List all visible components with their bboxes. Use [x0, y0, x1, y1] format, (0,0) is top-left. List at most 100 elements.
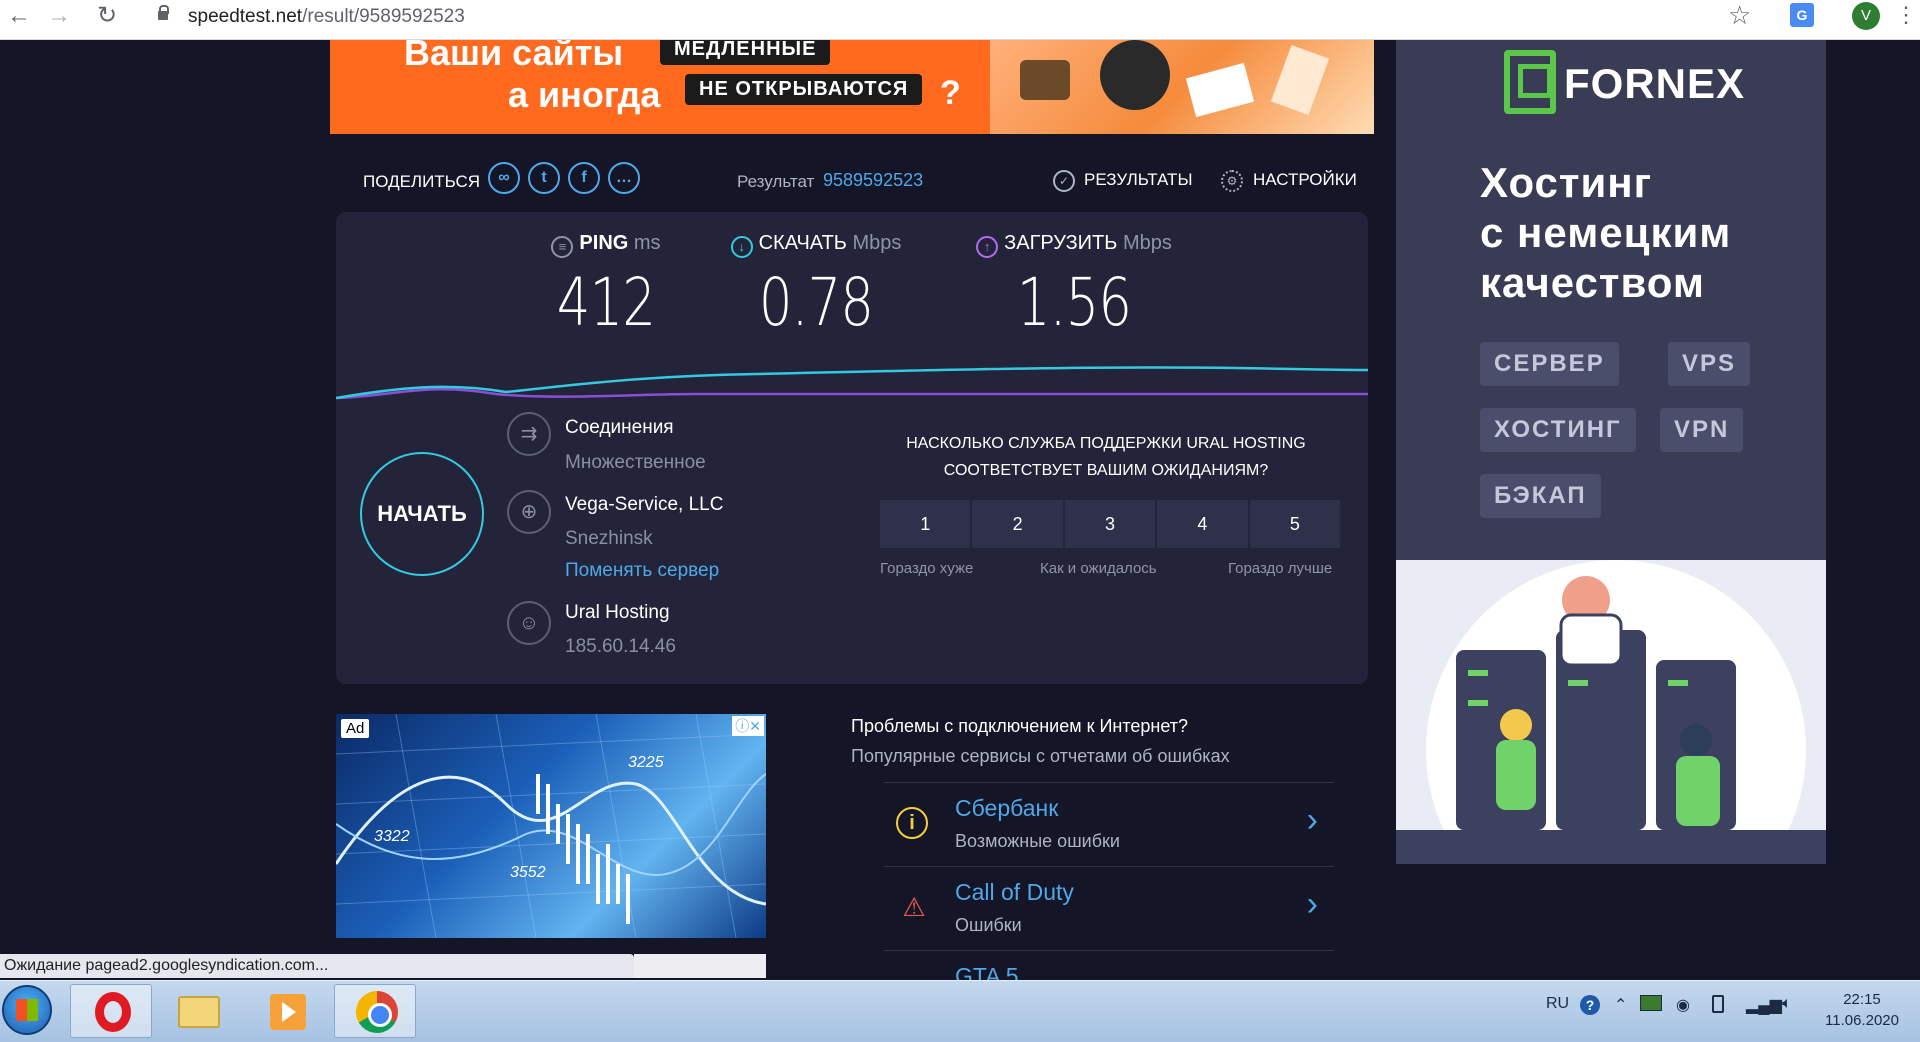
rating-option-2[interactable]: 2	[972, 500, 1063, 548]
system-clock[interactable]: 22:15 11.06.2020	[1812, 989, 1912, 1031]
forward-icon[interactable]: →	[44, 3, 74, 29]
language-indicator[interactable]: RU	[1546, 995, 1569, 1013]
app-tray-icon[interactable]: ◉	[1676, 995, 1690, 1015]
taskbar-opera[interactable]	[70, 984, 152, 1038]
fornex-illustration	[1396, 560, 1826, 864]
lock-icon	[158, 5, 169, 22]
problems-title: Проблемы с подключением к Интернет?	[851, 716, 1189, 736]
upload-unit: Mbps	[1122, 232, 1172, 254]
media-player-icon	[270, 994, 306, 1030]
loading-status: Ожидание pagead2.googlesyndication.com..…	[0, 954, 634, 978]
twitter-icon[interactable]: t	[528, 162, 560, 194]
ad-number-2: 3322	[374, 828, 410, 845]
browser-toolbar: ← → ↻ speedtest.net/result/9589592523 ☆ …	[0, 0, 1920, 40]
result-label: Результат	[737, 172, 815, 191]
back-icon[interactable]: ←	[4, 3, 34, 29]
show-hidden-icons[interactable]: ⌃	[1614, 995, 1627, 1015]
top-banner-ad[interactable]: Ваши сайты МЕДЛЕННЫЕ а иногда НЕ ОТКРЫВА…	[330, 40, 1374, 134]
fornex-headline-line-1: Хостинг	[1480, 159, 1653, 206]
problem-item-sberbank[interactable]: i Сбербанк Возможные ошибки ›	[884, 782, 1334, 866]
taskbar: RU ? ⌃ ◉ ▂▄▆ 🔈︎ 22:15 11.06.2020	[0, 980, 1920, 1042]
rating-high-label: Гораздо лучше	[1228, 560, 1333, 577]
fornex-ad[interactable]: FORNEX Хостинг с немецким качеством СЕРВ…	[1396, 40, 1826, 864]
ad-chart-art	[336, 714, 766, 938]
ad-illustration	[990, 40, 1374, 134]
download-unit: Mbps	[852, 232, 902, 254]
ad-pill-not-opening: НЕ ОТКРЫВАЮТСЯ	[685, 74, 923, 105]
status-ad-strip	[634, 954, 766, 978]
profile-avatar[interactable]: V	[1852, 2, 1880, 30]
url-path: /result/9589592523	[302, 6, 465, 27]
problem-status: Ошибки	[955, 915, 1022, 935]
fornex-headline-line-2: с немецким	[1480, 209, 1732, 256]
bookmark-star-icon[interactable]: ☆	[1728, 0, 1751, 31]
upload-header: ↑ ЗАГРУЗИТЬ Mbps	[964, 232, 1184, 258]
fornex-tag-vps: VPS	[1668, 342, 1751, 386]
network-signal-icon[interactable]: ▂▄▆	[1746, 995, 1782, 1015]
chevron-right-icon: ›	[1306, 801, 1318, 839]
clock-time: 22:15	[1843, 991, 1881, 1008]
fornex-tag-server: СЕРВЕР	[1480, 342, 1619, 386]
ad-number-1: 3225	[628, 754, 664, 771]
settings-link[interactable]: НАСТРОЙКИ	[1253, 170, 1357, 190]
speed-graph	[336, 366, 1368, 400]
rating-low-label: Гораздо хуже	[880, 560, 974, 577]
ad-number-3: 3552	[510, 864, 546, 881]
taskbar-media-player[interactable]	[246, 984, 328, 1038]
problems-subtitle: Популярные сервисы с отчетами об ошибках	[851, 746, 1230, 766]
nvidia-icon[interactable]	[1640, 995, 1662, 1011]
ping-value: 412	[556, 264, 656, 341]
change-server-link[interactable]: Поменять сервер	[565, 560, 719, 582]
warning-icon: ⚠	[902, 892, 926, 922]
more-icon[interactable]: …	[608, 162, 640, 194]
ping-label: PING	[579, 232, 629, 254]
google-translate-icon[interactable]: G	[1790, 3, 1814, 27]
fornex-logo-icon	[1504, 50, 1556, 114]
upload-label: ЗАГРУЗИТЬ	[1004, 232, 1118, 254]
display-ad[interactable]: 3225 3322 3552 Ad ⓘ✕	[336, 714, 766, 938]
download-metric: ↓ СКАЧАТЬ Mbps 0.78	[716, 232, 916, 341]
connections-title: Соединения	[565, 417, 674, 438]
problem-item-gta5[interactable]: ⚠ GTA 5 ›	[884, 950, 1334, 980]
link-icon[interactable]: ∞	[488, 162, 520, 194]
fornex-tag-vpn: VPN	[1660, 408, 1744, 452]
rating-option-1[interactable]: 1	[880, 500, 971, 548]
problem-item-call-of-duty[interactable]: ⚠ Call of Duty Ошибки ›	[884, 866, 1334, 950]
download-label: СКАЧАТЬ	[758, 232, 847, 254]
screen: ← → ↻ speedtest.net/result/9589592523 ☆ …	[0, 0, 1920, 1042]
facebook-icon[interactable]: f	[568, 162, 600, 194]
rating-option-4[interactable]: 4	[1157, 500, 1248, 548]
windows-start-icon[interactable]	[2, 985, 52, 1035]
url-text[interactable]: speedtest.net/result/9589592523	[188, 6, 465, 28]
chevron-right-icon: ›	[1306, 885, 1318, 923]
browser-menu-icon[interactable]: ⋮	[1895, 0, 1917, 30]
help-icon[interactable]: ?	[1580, 995, 1600, 1015]
server-rack-art	[1396, 576, 1826, 864]
address-bar[interactable]: speedtest.net/result/9589592523	[140, 2, 1780, 32]
battery-icon[interactable]	[1712, 995, 1724, 1013]
ad-badge: Ad	[341, 719, 370, 738]
upload-value: 1.56	[1016, 264, 1132, 341]
reload-icon[interactable]: ↻	[92, 3, 122, 29]
start-button[interactable]: НАЧАТЬ	[360, 452, 484, 576]
ad-pill-slow: МЕДЛЕННЫЕ	[660, 40, 831, 65]
check-circle-icon: ✓	[1053, 170, 1075, 192]
taskbar-chrome[interactable]	[334, 984, 416, 1038]
upload-metric: ↑ ЗАГРУЗИТЬ Mbps 1.56	[964, 232, 1184, 341]
fornex-tag-hosting: ХОСТИНГ	[1480, 408, 1636, 452]
server-city: Snezhinsk	[565, 528, 653, 549]
results-link[interactable]: РЕЗУЛЬТАТЫ	[1084, 170, 1193, 190]
taskbar-explorer[interactable]	[158, 984, 240, 1038]
ad-close-icon[interactable]: ⓘ✕	[732, 716, 764, 736]
result-id-link[interactable]: 9589592523	[823, 170, 923, 191]
download-value: 0.78	[758, 264, 874, 341]
settings-gear-icon: ⚙	[1221, 170, 1243, 192]
ad-line-1: Ваши сайты	[404, 40, 624, 73]
rating-option-3[interactable]: 3	[1064, 500, 1156, 548]
download-header: ↓ СКАЧАТЬ Mbps	[716, 232, 916, 258]
volume-icon[interactable]: 🔈︎	[1782, 995, 1792, 1013]
rating-mid-label: Как и ожидалось	[1040, 560, 1157, 577]
problem-status: Возможные ошибки	[955, 831, 1120, 851]
rating-option-5[interactable]: 5	[1249, 500, 1341, 548]
ping-metric: ≡ PING ms 412	[536, 232, 676, 341]
